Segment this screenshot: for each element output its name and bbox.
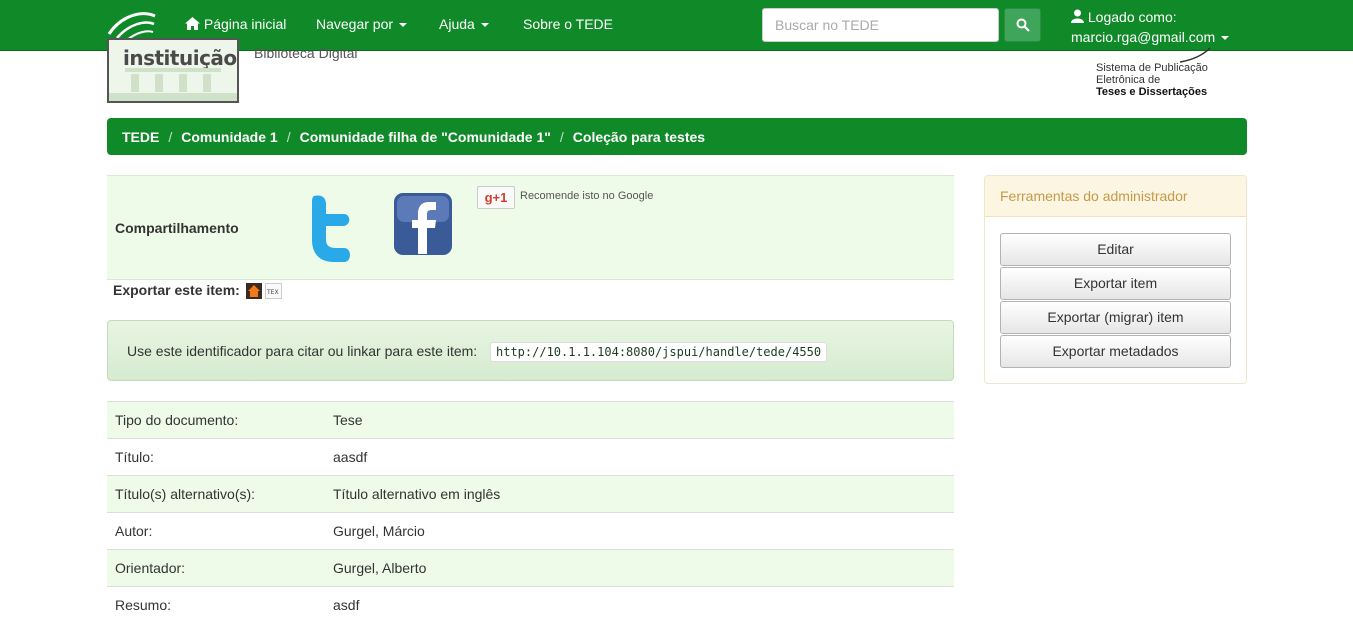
export-house-icon <box>246 283 262 299</box>
bibtex-file-icon: TEX <box>266 289 279 296</box>
user-label-row: Logado como: <box>1071 7 1229 27</box>
user-email-row: marcio.rga@gmail.com <box>1071 27 1230 47</box>
nav-home-link[interactable]: Página inicial <box>185 16 286 32</box>
chevron-down-icon <box>480 23 489 28</box>
breadcrumb-separator: / <box>559 128 564 145</box>
share-label: Compartilhamento <box>115 220 239 236</box>
user-menu[interactable]: Logado como: marcio.rga@gmail.com <box>1071 7 1230 47</box>
twitter-icon[interactable] <box>300 192 356 264</box>
table-row: Tipo do documento: Tese <box>107 401 954 439</box>
library-name: Biblioteca Digital <box>254 45 358 61</box>
search-icon <box>1016 18 1030 32</box>
export-mendeley-icon[interactable] <box>246 283 262 299</box>
metadata-label: Tipo do documento: <box>107 401 325 439</box>
export-item-button[interactable]: Exportar item <box>1000 267 1231 300</box>
nav-help-dropdown[interactable]: Ajuda <box>439 16 489 32</box>
table-row: Resumo: asdf <box>107 586 954 624</box>
institution-logo[interactable]: instituição <box>107 38 239 103</box>
facebook-icon[interactable] <box>393 192 453 256</box>
metadata-value: Gurgel, Márcio <box>325 512 954 550</box>
institution-logo-text: instituição <box>123 46 237 70</box>
chevron-down-icon <box>399 23 408 28</box>
export-migrate-item-button[interactable]: Exportar (migrar) item <box>1000 301 1231 334</box>
edit-button[interactable]: Editar <box>1000 233 1231 266</box>
brand-logo-icon[interactable] <box>107 8 157 42</box>
logo-base <box>109 93 237 101</box>
metadata-table: Tipo do documento: Tese Título: aasdf Tí… <box>107 401 954 624</box>
metadata-label: Resumo: <box>107 586 325 624</box>
admin-tools-panel: Ferramentas do administrador Editar Expo… <box>984 175 1247 384</box>
google-plus-text: Recomende isto no Google <box>520 190 654 202</box>
export-bibtex-icon[interactable]: TEX <box>265 283 282 299</box>
chevron-down-icon <box>1221 36 1230 41</box>
user-icon <box>1071 9 1084 23</box>
breadcrumb: TEDE / Comunidade 1 / Comunidade filha d… <box>107 118 1247 155</box>
nav-about-label: Sobre o TEDE <box>523 16 614 32</box>
identifier-box: Use este identificador para citar ou lin… <box>107 320 954 381</box>
user-label: Logado como: <box>1087 9 1177 25</box>
breadcrumb-separator: / <box>168 128 173 145</box>
metadata-value: asdf <box>325 586 954 624</box>
share-box: Compartilhamento g+1 Recomende isto no G… <box>107 175 954 280</box>
search-button[interactable] <box>1004 8 1041 42</box>
export-label: Exportar este item: <box>113 282 240 298</box>
nav-help-label: Ajuda <box>439 16 475 32</box>
tede-logo-line3: Teses e Dissertações <box>1096 86 1208 98</box>
admin-tools-title: Ferramentas do administrador <box>985 176 1246 217</box>
svg-text:TEX: TEX <box>266 289 279 296</box>
metadata-label: Autor: <box>107 512 325 550</box>
home-icon <box>185 17 200 30</box>
nav-about-link[interactable]: Sobre o TEDE <box>523 16 613 32</box>
search-input[interactable] <box>762 8 999 42</box>
tede-logo-line2: Eletrônica de <box>1096 74 1161 86</box>
table-row: Autor: Gurgel, Márcio <box>107 512 954 550</box>
table-row: Título: aasdf <box>107 438 954 476</box>
nav-home-label: Página inicial <box>203 16 287 32</box>
export-metadata-button[interactable]: Exportar metadados <box>1000 335 1231 368</box>
metadata-value: Tese <box>325 401 954 439</box>
breadcrumb-item-collection[interactable]: Coleção para testes <box>573 129 705 145</box>
breadcrumb-separator: / <box>286 128 291 145</box>
identifier-url[interactable]: http://10.1.1.104:8080/jspui/handle/tede… <box>490 342 828 362</box>
breadcrumb-item-tede[interactable]: TEDE <box>122 129 159 145</box>
identifier-label: Use este identificador para citar ou lin… <box>127 343 478 359</box>
breadcrumb-item-subcommunity[interactable]: Comunidade filha de "Comunidade 1" <box>300 129 551 145</box>
building-pillars-icon <box>125 68 221 92</box>
metadata-label: Título(s) alternativo(s): <box>107 475 325 513</box>
tede-logo[interactable]: Sistema de Publicação Eletrônica de Tese… <box>1096 46 1236 102</box>
metadata-label: Título: <box>107 438 325 476</box>
breadcrumb-item-community[interactable]: Comunidade 1 <box>181 129 277 145</box>
table-row: Título(s) alternativo(s): Título alterna… <box>107 475 954 513</box>
nav-browse-dropdown[interactable]: Navegar por <box>316 16 408 32</box>
table-row: Orientador: Gurgel, Alberto <box>107 549 954 587</box>
google-plus-button[interactable]: g+1 <box>477 186 515 209</box>
nav-browse-label: Navegar por <box>316 16 394 32</box>
user-email: marcio.rga@gmail.com <box>1071 29 1216 45</box>
metadata-value: Título alternativo em inglês <box>325 475 954 513</box>
metadata-label: Orientador: <box>107 549 325 587</box>
tede-logo-line1: Sistema de Publicação <box>1096 62 1208 74</box>
metadata-value: aasdf <box>325 438 954 476</box>
metadata-value: Gurgel, Alberto <box>325 549 954 587</box>
